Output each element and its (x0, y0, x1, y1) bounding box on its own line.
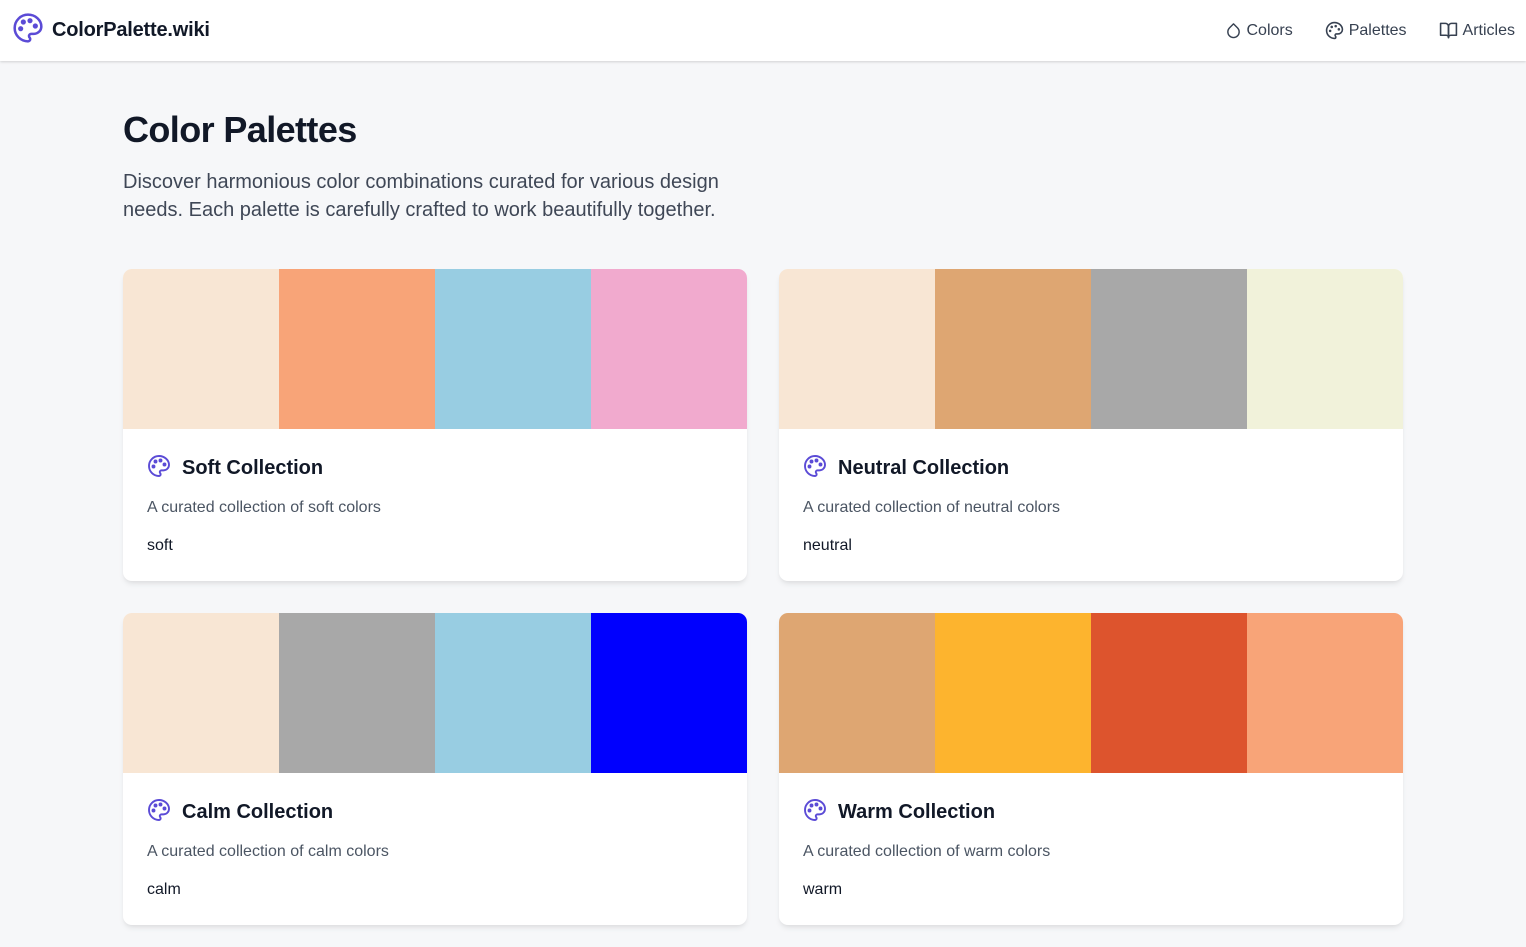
color-swatch[interactable] (1247, 613, 1403, 773)
color-swatch[interactable] (435, 613, 591, 773)
palette-swatches (123, 613, 747, 773)
brand-name: ColorPalette.wiki (52, 19, 210, 41)
palette-description: A curated collection of calm colors (147, 843, 389, 860)
palette-swatches (779, 613, 1403, 773)
palette-icon (1325, 21, 1344, 40)
palette-icon (147, 454, 171, 483)
droplet-icon (1225, 22, 1242, 39)
palette-icon (803, 454, 827, 483)
main-nav: Colors Palettes Articles (1225, 21, 1515, 40)
page-description: Discover harmonious color combinations c… (123, 171, 719, 221)
color-swatch[interactable] (123, 613, 279, 773)
palette-description: A curated collection of warm colors (803, 843, 1051, 860)
main-content: Color Palettes Discover harmonious color… (123, 61, 1403, 925)
palette-card-neutral[interactable]: Neutral Collection A curated collection … (779, 269, 1403, 581)
palette-title: Neutral Collection (838, 457, 1010, 479)
color-swatch[interactable] (1247, 269, 1403, 429)
palette-card-soft[interactable]: Soft Collection A curated collection of … (123, 269, 747, 581)
palette-description: A curated collection of soft colors (147, 499, 381, 516)
palette-icon (147, 798, 171, 827)
color-swatch[interactable] (935, 269, 1091, 429)
nav-link-palettes[interactable]: Palettes (1325, 21, 1407, 40)
palette-card-calm[interactable]: Calm Collection A curated collection of … (123, 613, 747, 925)
nav-link-label: Palettes (1348, 21, 1407, 39)
color-swatch[interactable] (779, 613, 935, 773)
palette-swatches (123, 269, 747, 429)
color-swatch[interactable] (935, 613, 1091, 773)
color-swatch[interactable] (591, 269, 747, 429)
palette-card-warm[interactable]: Warm Collection A curated collection of … (779, 613, 1403, 925)
palette-icon (803, 798, 827, 827)
nav-link-label: Articles (1462, 21, 1515, 39)
palette-title: Calm Collection (182, 801, 334, 823)
color-swatch[interactable] (123, 269, 279, 429)
palette-tag: neutral (803, 537, 852, 554)
page-title: Color Palettes (123, 109, 357, 150)
brand-logo-link[interactable]: ColorPalette.wiki (12, 12, 210, 49)
palette-tag: calm (147, 881, 181, 898)
color-swatch[interactable] (1091, 269, 1247, 429)
palette-title: Soft Collection (182, 457, 324, 479)
color-swatch[interactable] (279, 269, 435, 429)
color-swatch[interactable] (435, 269, 591, 429)
top-navigation-bar: ColorPalette.wiki Colors Palettes Articl… (0, 0, 1526, 61)
color-swatch[interactable] (591, 613, 747, 773)
color-swatch[interactable] (779, 269, 935, 429)
palette-icon (12, 12, 44, 49)
palette-tag: warm (803, 881, 843, 898)
color-swatch[interactable] (279, 613, 435, 773)
palette-swatches (779, 269, 1403, 429)
palette-tag: soft (147, 537, 173, 554)
book-open-icon (1439, 21, 1458, 40)
nav-link-label: Colors (1246, 21, 1293, 39)
nav-link-articles[interactable]: Articles (1439, 21, 1515, 40)
color-swatch[interactable] (1091, 613, 1247, 773)
nav-link-colors[interactable]: Colors (1225, 22, 1293, 40)
palette-title: Warm Collection (838, 801, 996, 823)
palette-grid: Soft Collection A curated collection of … (123, 269, 1403, 925)
palette-description: A curated collection of neutral colors (803, 499, 1061, 516)
